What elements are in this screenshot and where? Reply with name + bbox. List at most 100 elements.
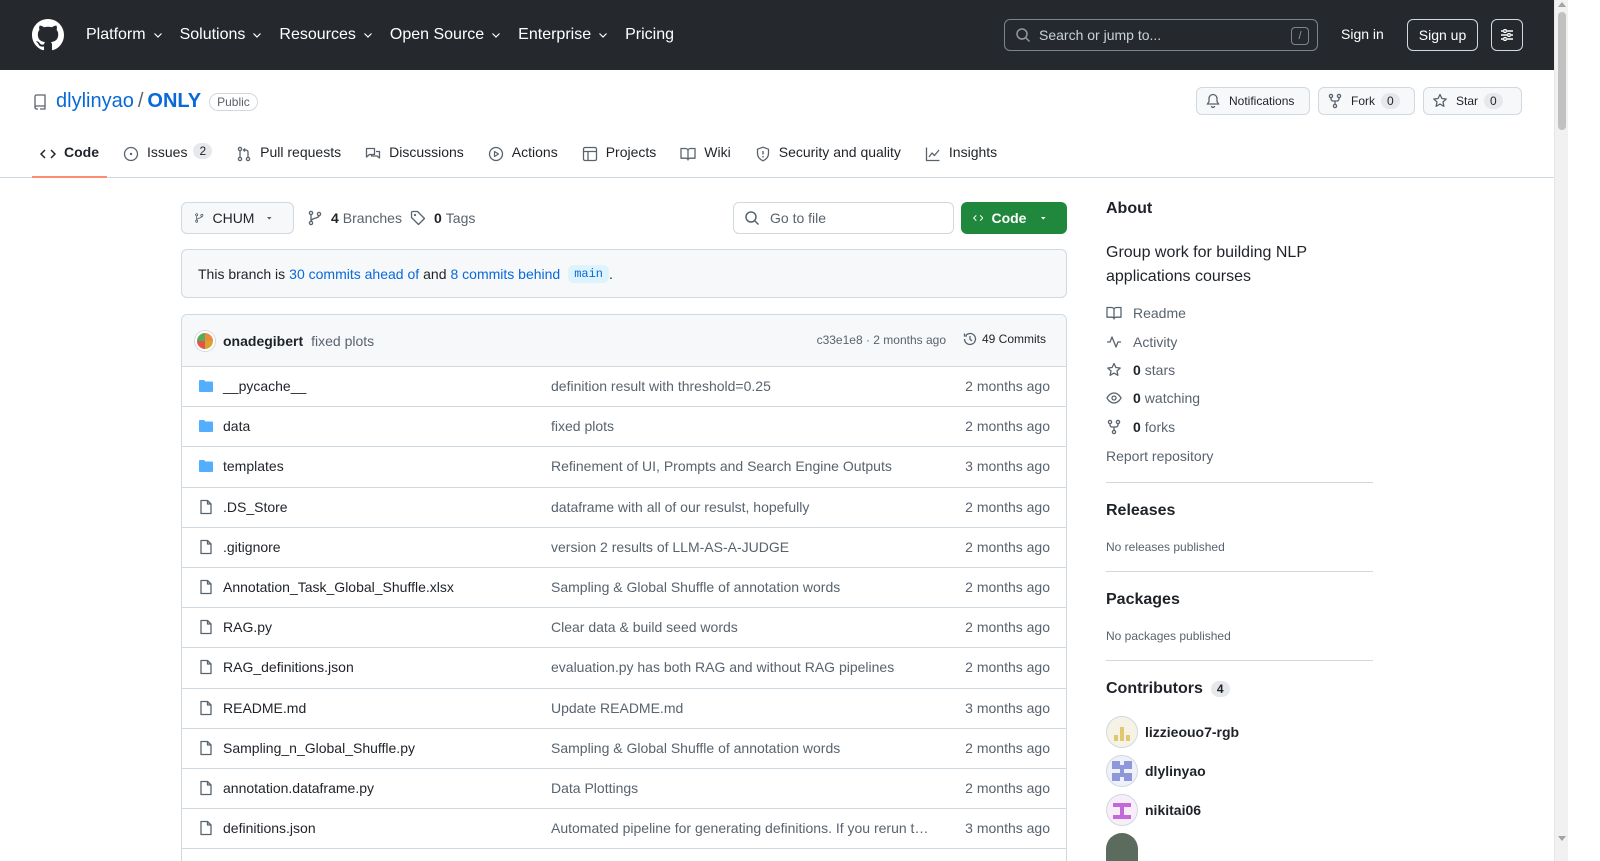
sign-up-button[interactable]: Sign up — [1407, 19, 1478, 51]
file-commit-date: 2 months ago — [965, 739, 1050, 756]
file-commit-message-link[interactable]: Update README.md — [551, 700, 936, 716]
commits-history-link[interactable]: 49 Commits — [962, 331, 1046, 347]
file-commit-message-link[interactable]: fixed plots — [551, 418, 936, 434]
file-row[interactable]: __pycache__ definition result with thresh… — [182, 367, 1066, 408]
contributor-item[interactable]: lizzieouo7-rgb — [1106, 716, 1239, 748]
scroll-up-arrow[interactable] — [1558, 2, 1566, 7]
file-list: __pycache__ definition result with thresh… — [182, 367, 1066, 850]
nav-platform[interactable]: Platform — [86, 26, 164, 44]
commit-author-link[interactable]: onadegibert — [223, 333, 303, 349]
file-name-link[interactable]: __pycache__ — [223, 378, 306, 394]
branch-selector-button[interactable]: CHUM — [181, 202, 294, 234]
tags-link[interactable]: 0 Tags — [410, 210, 475, 226]
hamburger-menu-button[interactable] — [1491, 19, 1523, 51]
tab-code[interactable]: Code — [32, 144, 107, 178]
commits-behind-link[interactable]: 8 commits behind — [450, 266, 560, 282]
file-row[interactable]: .DS_Store dataframe with all of our resul… — [182, 488, 1066, 528]
file-name-link[interactable]: Sampling_n_Global_Shuffle.py — [223, 740, 415, 756]
repo-owner-link[interactable]: dlylinyao — [56, 90, 134, 113]
file-commit-message-link[interactable]: Sampling & Global Shuffle of annotation … — [551, 579, 936, 595]
file-commit-message-link[interactable]: Data Plottings — [551, 780, 936, 796]
file-name-link[interactable]: Annotation_Task_Global_Shuffle.xlsx — [223, 579, 454, 595]
commit-sha-time[interactable]: c33e1e8 · 2 months ago — [817, 333, 946, 347]
repo-tabs: Code Issues 2 Pull requests Discussions … — [32, 143, 1013, 178]
fork-count: 0 — [1381, 93, 1400, 109]
file-row[interactable]: definitions.json Automated pipeline for g… — [182, 809, 1066, 850]
nav-pricing[interactable]: Pricing — [625, 26, 674, 44]
file-row[interactable]: Sampling_n_Global_Shuffle.py Sampling & G… — [182, 729, 1066, 769]
nav-open-source[interactable]: Open Source — [390, 26, 502, 44]
packages-title[interactable]: Packages — [1106, 591, 1180, 609]
nav-solutions[interactable]: Solutions — [180, 26, 264, 44]
file-commit-message-link[interactable]: definition result with threshold=0.25 — [551, 378, 936, 394]
github-logo-icon[interactable] — [32, 19, 64, 51]
file-commit-date: 2 months ago — [965, 619, 1050, 636]
report-repository-link[interactable]: Report repository — [1106, 448, 1213, 464]
avatar[interactable] — [195, 330, 215, 351]
file-name-link[interactable]: RAG.py — [223, 619, 272, 635]
file-commit-message-link[interactable]: evaluation.py has both RAG and without R… — [551, 659, 936, 675]
file-row[interactable]: annotation.dataframe.py Data Plottings 2 m… — [182, 769, 1066, 810]
file-commit-message-link[interactable]: Refinement of UI, Prompts and Search Eng… — [551, 458, 936, 474]
file-name-link[interactable]: annotation.dataframe.py — [223, 780, 374, 796]
commit-message-link[interactable]: fixed plots — [311, 333, 374, 349]
tab-issues[interactable]: Issues 2 — [115, 143, 220, 178]
tab-discussions[interactable]: Discussions — [357, 144, 472, 178]
file-icon — [198, 499, 214, 515]
scrollbar-thumb[interactable] — [1558, 12, 1566, 130]
contributor-item[interactable]: dlylinyao — [1106, 755, 1206, 787]
file-row[interactable]: templates Refinement of UI, Prompts and S… — [182, 447, 1066, 488]
file-row[interactable]: Annotation_Task_Global_Shuffle.xlsx Sampl… — [182, 568, 1066, 609]
forks-link[interactable]: 0 forks — [1106, 419, 1175, 435]
file-name-link[interactable]: templates — [223, 458, 284, 474]
base-branch-label[interactable]: main — [568, 264, 610, 283]
tab-insights[interactable]: Insights — [917, 144, 1005, 178]
file-name-link[interactable]: README.md — [223, 700, 306, 716]
nav-enterprise[interactable]: Enterprise — [518, 26, 609, 44]
tab-security[interactable]: Security and quality — [747, 144, 909, 178]
star-button[interactable]: Star 0 — [1423, 87, 1522, 115]
contributors-title[interactable]: Contributors 4 — [1106, 680, 1230, 698]
file-name-link[interactable]: .DS_Store — [223, 499, 288, 515]
nav-resources[interactable]: Resources — [279, 26, 373, 44]
commits-ahead-link[interactable]: 30 commits ahead of — [289, 266, 419, 282]
readme-link[interactable]: Readme — [1106, 305, 1186, 321]
tab-projects[interactable]: Projects — [574, 144, 665, 178]
repo-name-link[interactable]: ONLY — [147, 90, 201, 113]
file-commit-message-link[interactable]: Automated pipeline for generating defini… — [551, 820, 936, 836]
code-dropdown-button[interactable]: Code — [961, 202, 1067, 234]
file-browser: onadegibert fixed plots c33e1e8 · 2 mont… — [181, 314, 1067, 861]
page-scrollbar[interactable] — [1554, 0, 1568, 861]
avatar[interactable] — [1106, 833, 1138, 861]
tab-wiki[interactable]: Wiki — [672, 144, 738, 178]
branches-link[interactable]: 4 Branches — [307, 210, 402, 226]
releases-title[interactable]: Releases — [1106, 502, 1175, 520]
scroll-down-arrow[interactable] — [1558, 836, 1566, 841]
file-row[interactable]: README.md Update README.md 3 months ago — [182, 689, 1066, 729]
watchers-link[interactable]: 0 watching — [1106, 390, 1200, 406]
go-to-file-input[interactable]: Go to file — [733, 202, 954, 234]
file-row[interactable]: RAG.py Clear data & build seed words 2 mon… — [182, 608, 1066, 649]
fork-button[interactable]: Fork 0 — [1318, 87, 1415, 115]
file-name-link[interactable]: RAG_definitions.json — [223, 659, 354, 675]
file-name-link[interactable]: data — [223, 418, 250, 434]
activity-link[interactable]: Activity — [1106, 334, 1177, 350]
file-commit-message-link[interactable]: Clear data & build seed words — [551, 619, 936, 635]
tab-pull-requests[interactable]: Pull requests — [228, 144, 349, 178]
file-name-link[interactable]: .gitignore — [223, 539, 281, 555]
sign-in-link[interactable]: Sign in — [1341, 26, 1384, 42]
contributor-item[interactable]: nikitai06 — [1106, 794, 1201, 826]
shield-icon — [756, 146, 769, 162]
stars-link[interactable]: 0 stars — [1106, 362, 1175, 378]
file-commit-message-link[interactable]: version 2 results of LLM-AS-A-JUDGE — [551, 539, 936, 555]
file-icon — [198, 740, 214, 756]
global-search-input[interactable]: Search or jump to... / — [1004, 19, 1318, 51]
file-commit-message-link[interactable]: dataframe with all of our resulst, hopef… — [551, 499, 936, 515]
file-commit-message-link[interactable]: Sampling & Global Shuffle of annotation … — [551, 740, 936, 756]
notifications-button[interactable]: Notifications — [1196, 87, 1310, 115]
file-row[interactable]: .gitignore version 2 results of LLM-AS-A-… — [182, 528, 1066, 568]
file-row[interactable]: data fixed plots 2 months ago — [182, 407, 1066, 448]
file-name-link[interactable]: definitions.json — [223, 820, 316, 836]
tab-actions[interactable]: Actions — [480, 144, 566, 178]
file-row[interactable]: RAG_definitions.json evaluation.py has bo… — [182, 648, 1066, 689]
